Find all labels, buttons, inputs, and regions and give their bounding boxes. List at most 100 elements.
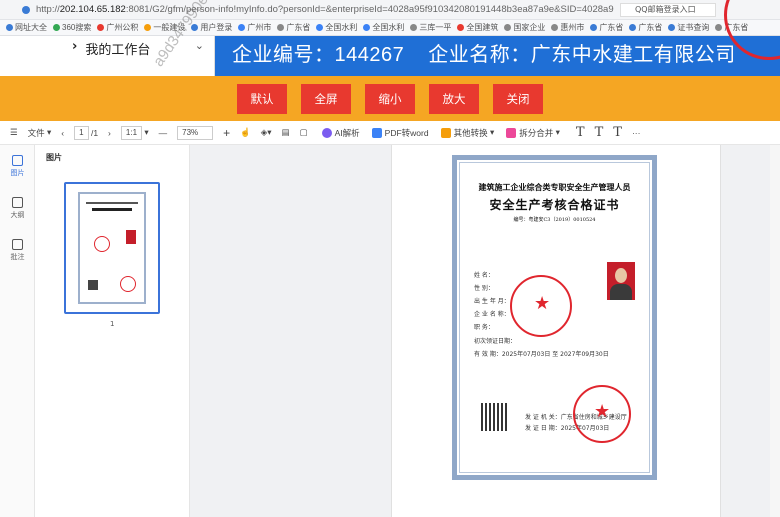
bookmark-item[interactable]: 网址大全 — [6, 22, 47, 33]
rail-item-label: 批注 — [10, 253, 25, 261]
vertical-scrollbar[interactable] — [770, 145, 780, 517]
thumb-line — [92, 208, 132, 211]
bookmark-item[interactable]: 360搜索 — [53, 22, 91, 33]
comment-tool-icon[interactable]: ▢ — [300, 127, 308, 138]
chevron-down-icon[interactable]: ⌄ — [195, 39, 204, 52]
bookmark-icon — [715, 24, 723, 31]
more-icon[interactable]: ··· — [632, 128, 641, 138]
bookmark-item[interactable]: 全国水利 — [316, 22, 357, 33]
certificate-heading-2: 安全生产考核合格证书 — [489, 198, 620, 212]
certificate-serial: 编号：粤建安C3（2019）0010524 — [513, 217, 596, 223]
rail-item-1[interactable]: 大纲 — [0, 197, 35, 220]
bookmark-icon — [144, 24, 152, 31]
certificate-field: 有 效 期：2025年07月03日 至 2027年09月30日 — [474, 351, 609, 358]
secure-icon — [22, 5, 30, 14]
bookmark-item[interactable]: 全国建筑 — [457, 22, 498, 33]
fill-tool-icon[interactable]: ◈▾ — [261, 127, 272, 138]
rail-item-2[interactable]: 批注 — [0, 239, 35, 262]
bookmark-icon — [504, 24, 512, 31]
browser-address-bar[interactable]: http://202.104.65.182:8081/G2/gfm/person… — [0, 0, 780, 20]
certificate-field: 出 生 年 月： — [474, 298, 510, 305]
ai-parse-button[interactable]: AI解析 — [321, 127, 360, 139]
bookmark-icon — [316, 24, 324, 31]
split-merge-button[interactable]: 拆分合并 ▾ — [506, 127, 560, 139]
issuer-seal: ★ — [573, 385, 631, 443]
prev-page-button[interactable]: ‹ — [61, 128, 64, 138]
page-thumbnail[interactable] — [64, 182, 160, 314]
workbench-label: 我的工作台 — [85, 42, 151, 57]
qr-code — [481, 403, 509, 431]
certificate-heading-1: 建筑施工企业综合类专职安全生产管理人员 — [478, 182, 631, 192]
bookmark-icon — [6, 24, 13, 31]
bookmark-item[interactable]: 用户登录 — [191, 22, 232, 33]
rail-item-0[interactable]: 图片 — [0, 155, 35, 178]
qq-search-box[interactable]: QQ邮箱登录入口 — [620, 3, 716, 17]
action-button-2[interactable]: 缩小 — [365, 83, 415, 114]
bookmark-item[interactable]: 证书查询 — [668, 22, 709, 33]
fit-select[interactable]: 1:1 ▾ — [120, 125, 149, 140]
bookmark-icon — [457, 24, 465, 31]
bookmark-icon — [97, 24, 105, 31]
ai-icon — [321, 127, 332, 138]
action-button-4[interactable]: 关闭 — [493, 83, 543, 114]
page-total: /1 — [90, 127, 99, 138]
bookmark-icon — [668, 24, 676, 31]
next-page-button[interactable]: › — [108, 128, 111, 138]
bookmark-icon — [238, 24, 246, 31]
split-icon — [506, 127, 517, 138]
thumb-stamp — [94, 236, 110, 252]
bookmark-item[interactable]: 广州公积 — [97, 22, 138, 33]
hand-tool-icon[interactable]: ☝ — [240, 127, 251, 138]
thumbnail-title: 图片 — [46, 153, 62, 162]
text-format-icon[interactable]: T — [576, 125, 585, 140]
bookmark-item[interactable]: 广东省 — [277, 22, 310, 33]
view-actions-bar: 默认 全屏 缩小 放大 关闭 — [0, 76, 780, 121]
pdf-toolbar: ☰ 文件 ▾ ‹ 1 /1 › 1:1 ▾ — 73% + ☝ ◈▾ ▤ ▢ A… — [0, 121, 780, 145]
company-info: 企业编号：144267 企业名称：广东中水建工有限公司 — [232, 38, 760, 67]
zoom-select[interactable]: 73% — [177, 125, 214, 140]
zoom-out-button[interactable]: — — [159, 128, 168, 138]
sidebar-toggle-icon[interactable]: ☰ — [10, 127, 18, 138]
text-format-icon-3[interactable]: T — [613, 125, 622, 140]
rail-item-label: 图片 — [10, 169, 25, 177]
other-convert-button[interactable]: 其他转换 ▾ — [440, 127, 494, 139]
bookmark-icon — [53, 24, 60, 31]
bookmark-icon — [629, 24, 637, 31]
bookmark-item[interactable]: 全国水利 — [363, 22, 404, 33]
text-format-icon-2[interactable]: T — [595, 125, 604, 140]
pdf-to-word-button[interactable]: PDF转word — [371, 127, 429, 139]
thumbnail-preview — [78, 192, 146, 304]
url-text[interactable]: http://202.104.65.182:8081/G2/gfm/person… — [36, 4, 614, 15]
page-input[interactable]: 1 — [74, 125, 89, 140]
thumbnail-page-number: 1 — [110, 320, 115, 328]
left-rail: 图片 大纲 批注 — [0, 145, 35, 517]
action-button-1[interactable]: 全屏 — [301, 83, 351, 114]
text-tool-icon[interactable]: ▤ — [282, 127, 290, 138]
comment-icon — [12, 239, 23, 250]
word-icon — [371, 127, 382, 138]
certificate-field: 企 业 名 称： — [474, 311, 510, 318]
zoom-in-button[interactable]: + — [223, 126, 230, 140]
bookmark-item[interactable]: 国家企业 — [504, 22, 545, 33]
bookmark-icon — [551, 24, 559, 31]
action-button-3[interactable]: 放大 — [429, 83, 479, 114]
bookmark-icon — [363, 24, 371, 31]
file-menu[interactable]: 文件 ▾ — [28, 127, 52, 139]
thumb-stamp — [120, 276, 136, 292]
thumb-qr — [88, 280, 98, 290]
certificate-field: 初次领证日期： — [474, 338, 517, 345]
page-indicator: 1 /1 — [74, 125, 99, 140]
certificate-field: 职 务： — [474, 324, 494, 331]
bookmark-icon — [277, 24, 285, 31]
bookmark-item[interactable]: 广东省 — [629, 22, 662, 33]
action-button-0[interactable]: 默认 — [237, 83, 287, 114]
convert-icon — [440, 127, 451, 138]
bookmark-item[interactable]: 广州市 — [238, 22, 271, 33]
bookmark-item[interactable]: 广东省 — [590, 22, 623, 33]
chevron-right-icon: › — [72, 39, 78, 54]
bookmark-icon — [590, 24, 598, 31]
bookmark-item[interactable]: 三库一平 — [410, 22, 451, 33]
bookmark-item[interactable]: 惠州市 — [551, 22, 584, 33]
image-icon — [12, 155, 23, 166]
certificate-field: 性 别： — [474, 285, 494, 292]
